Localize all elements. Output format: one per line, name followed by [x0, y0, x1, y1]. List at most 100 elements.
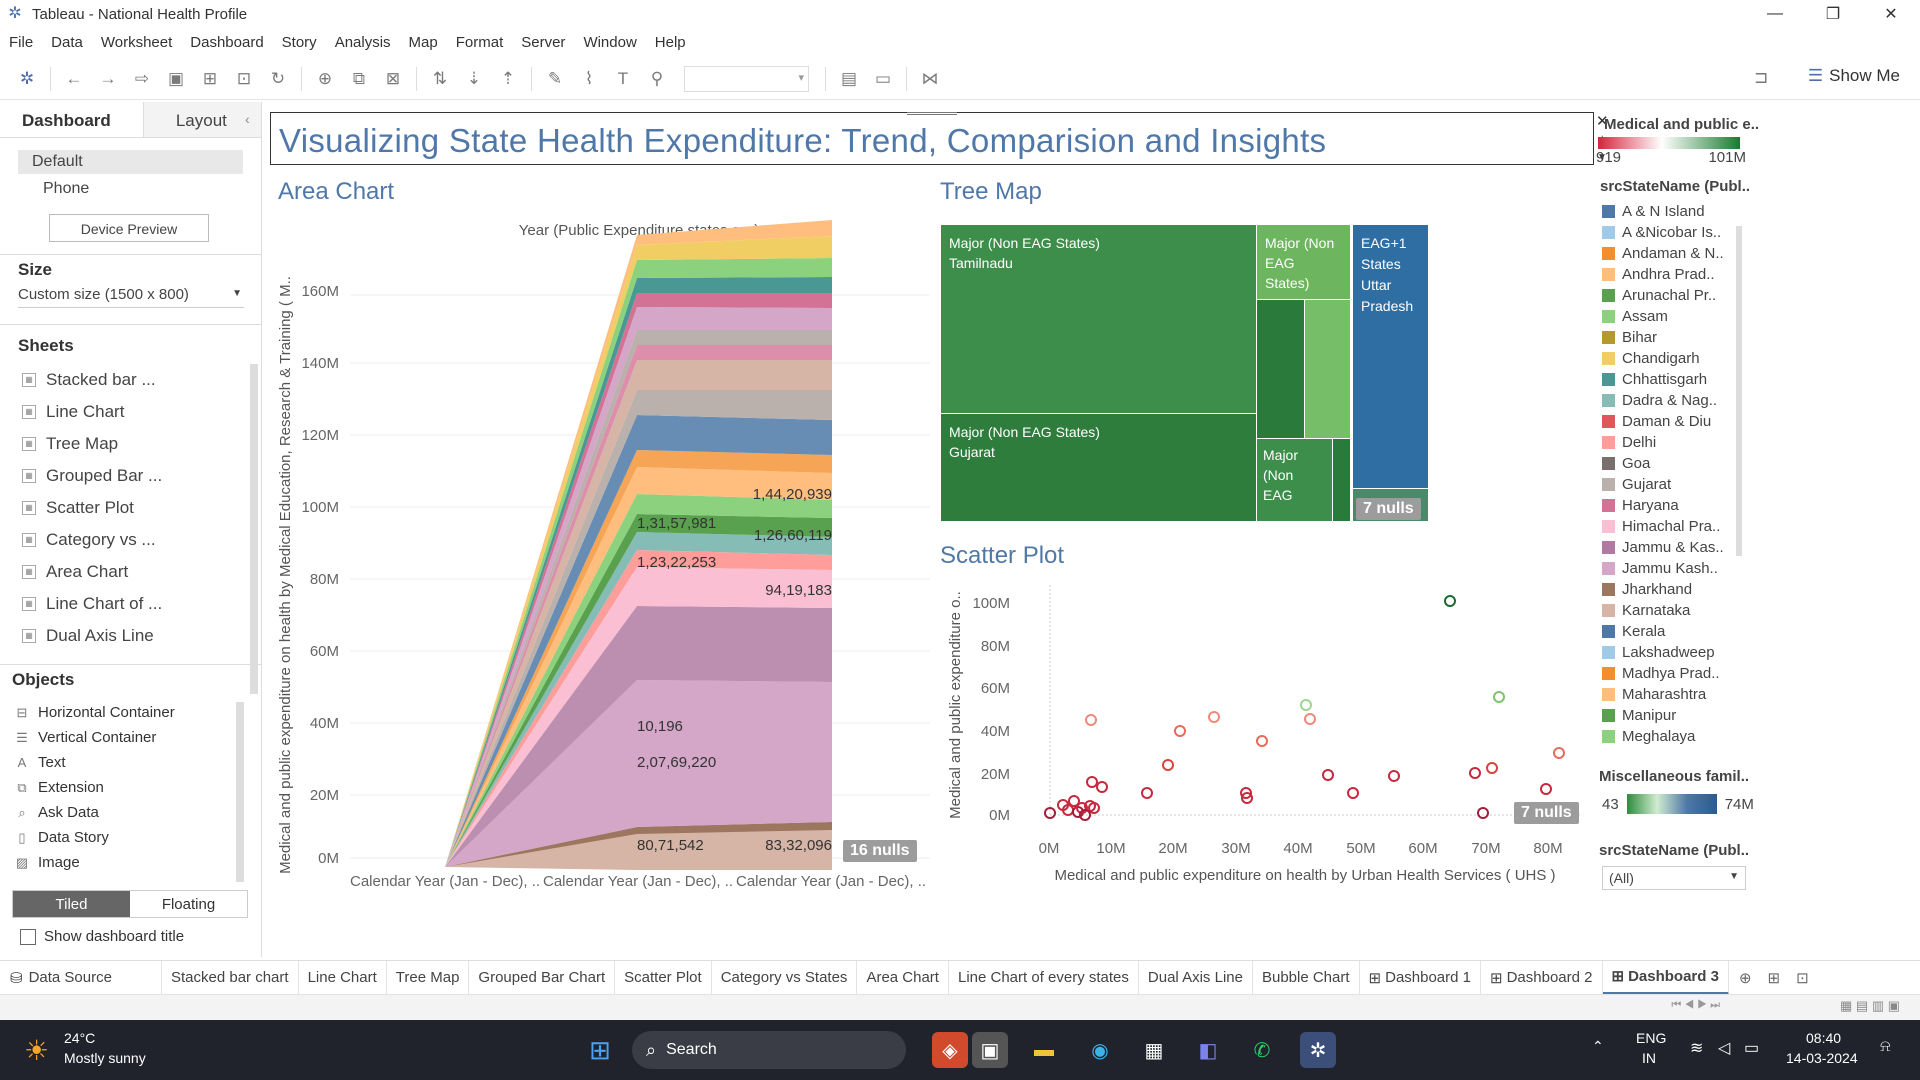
- state-legend-item[interactable]: Karnataka: [1602, 600, 1762, 621]
- sheet-item[interactable]: ▦ Scatter Plot: [0, 492, 250, 524]
- sheets-scrollbar[interactable]: [250, 364, 258, 694]
- menu-analysis[interactable]: Analysis: [326, 34, 400, 51]
- floating-button[interactable]: Floating: [130, 891, 247, 917]
- sheet-item[interactable]: ▦ Line Chart of ...: [0, 588, 250, 620]
- legend-scrollbar[interactable]: [1736, 226, 1742, 556]
- tab-data-source[interactable]: ⛁ Data Source: [0, 960, 162, 995]
- object-item[interactable]: ⧉ Extension: [0, 775, 230, 800]
- object-item[interactable]: ⌕ Ask Data: [0, 800, 230, 825]
- device-phone[interactable]: Phone: [43, 180, 89, 198]
- sheet-item[interactable]: ▦ Area Chart: [0, 556, 250, 588]
- device-preview-button[interactable]: Device Preview: [49, 214, 209, 242]
- drag-handle[interactable]: [907, 112, 957, 122]
- sheet-item[interactable]: ▦ Stacked bar ...: [0, 364, 250, 396]
- tree-cell-uttar-pradesh[interactable]: EAG+1 States Uttar Pradesh: [1353, 225, 1428, 488]
- tree-map[interactable]: Major (Non EAG States) Tamilnadu Major (…: [941, 225, 1428, 521]
- sheet-item[interactable]: ▦ Category vs ...: [0, 524, 250, 556]
- state-filter-dropdown[interactable]: (All) ▼: [1602, 866, 1746, 890]
- tab-line-chart[interactable]: Line Chart: [299, 960, 387, 995]
- group-icon[interactable]: ⌇: [572, 69, 606, 89]
- state-legend-item[interactable]: Manipur: [1602, 705, 1762, 726]
- state-legend-item[interactable]: Jammu Kash..: [1602, 558, 1762, 579]
- size-dropdown[interactable]: Custom size (1500 x 800) ▼: [18, 286, 244, 308]
- redo-icon[interactable]: →: [91, 69, 125, 89]
- object-item[interactable]: ▯ Data Story: [0, 825, 230, 850]
- tableau-taskbar-icon[interactable]: ✲: [1300, 1032, 1336, 1068]
- tab-stacked-bar[interactable]: Stacked bar chart: [162, 960, 299, 995]
- region-label[interactable]: IN: [1642, 1050, 1656, 1066]
- copilot-icon[interactable]: ◈: [932, 1032, 968, 1068]
- color-gradient[interactable]: [1598, 137, 1740, 149]
- menu-map[interactable]: Map: [400, 34, 447, 51]
- duplicate-icon[interactable]: ⧉: [342, 69, 376, 89]
- object-item[interactable]: ⊟ Horizontal Container: [0, 700, 230, 725]
- state-legend-item[interactable]: Kerala: [1602, 621, 1762, 642]
- show-cards-icon[interactable]: ▤: [832, 69, 866, 89]
- tree-nulls-badge[interactable]: 7 nulls: [1356, 498, 1421, 520]
- new-dashboard-icon[interactable]: ⊞: [1768, 969, 1781, 987]
- weather-icon[interactable]: ☀: [24, 1034, 49, 1067]
- scatter-points[interactable]: [1044, 595, 1565, 821]
- fit-dropdown[interactable]: [684, 65, 809, 92]
- new-worksheet-icon[interactable]: ⊕: [308, 69, 342, 89]
- object-item[interactable]: ▨ Image: [0, 850, 230, 875]
- device-default[interactable]: Default: [18, 150, 243, 174]
- menu-file[interactable]: File: [0, 34, 42, 51]
- tree-cell[interactable]: [1305, 300, 1350, 438]
- menu-server[interactable]: Server: [512, 34, 574, 51]
- tab-dashboard-1[interactable]: ⊞ Dashboard 1: [1360, 960, 1482, 995]
- notification-bell-icon[interactable]: ⍾: [1880, 1038, 1891, 1056]
- task-view-icon[interactable]: ▣: [972, 1032, 1008, 1068]
- state-legend-item[interactable]: Jharkhand: [1602, 579, 1762, 600]
- view-mode-icons[interactable]: ▦ ▤ ▥ ▣: [1840, 998, 1900, 1014]
- save-icon[interactable]: ▣: [159, 69, 193, 89]
- sheet-item[interactable]: ▦ Line Chart: [0, 396, 250, 428]
- menu-help[interactable]: Help: [646, 34, 695, 51]
- sort-asc-icon[interactable]: ⇣: [457, 69, 491, 89]
- close-button[interactable]: ✕: [1862, 0, 1920, 28]
- show-title-checkbox[interactable]: [20, 928, 36, 945]
- new-datasource-icon[interactable]: ⊞: [193, 69, 227, 89]
- object-item[interactable]: ☰ Vertical Container: [0, 725, 230, 750]
- minimize-button[interactable]: —: [1746, 0, 1804, 28]
- tab-dashboard-2[interactable]: ⊞ Dashboard 2: [1481, 960, 1603, 995]
- tab-grouped-bar[interactable]: Grouped Bar Chart: [469, 960, 616, 995]
- sheet-item[interactable]: ▦ Grouped Bar ...: [0, 460, 250, 492]
- tableau-home-icon[interactable]: ✲: [10, 69, 44, 89]
- tab-line-chart-every[interactable]: Line Chart of every states: [949, 960, 1139, 995]
- new-story-icon[interactable]: ⊡: [1796, 969, 1809, 987]
- area-nulls-badge[interactable]: 16 nulls: [843, 840, 917, 862]
- scatter-nulls-badge[interactable]: 7 nulls: [1514, 802, 1579, 824]
- menu-dashboard[interactable]: Dashboard: [181, 34, 272, 51]
- clear-sheet-icon[interactable]: ⊠: [376, 69, 410, 89]
- pause-updates-icon[interactable]: ⊡: [227, 69, 261, 89]
- edge-icon[interactable]: ◉: [1082, 1032, 1118, 1068]
- replay-icon[interactable]: ⇨: [125, 69, 159, 89]
- show-hidden-icons[interactable]: ⌃: [1592, 1038, 1604, 1055]
- refresh-icon[interactable]: ↻: [261, 69, 295, 89]
- tree-cell-tamilnadu[interactable]: Major (Non EAG States) Tamilnadu: [941, 225, 1256, 413]
- share-icon[interactable]: ⋈: [913, 69, 947, 89]
- state-legend-item[interactable]: Lakshadweep: [1602, 642, 1762, 663]
- menu-story[interactable]: Story: [273, 34, 326, 51]
- collapse-pane-icon[interactable]: ‹: [245, 111, 250, 127]
- state-legend-item[interactable]: Maharashtra: [1602, 684, 1762, 705]
- tab-scatter-plot[interactable]: Scatter Plot: [615, 960, 712, 995]
- whatsapp-icon[interactable]: ✆: [1244, 1032, 1280, 1068]
- pin-icon[interactable]: ⚲: [640, 69, 674, 89]
- clock-time[interactable]: 08:40: [1806, 1030, 1841, 1046]
- swap-icon[interactable]: ⇅: [423, 69, 457, 89]
- pin-toolbar-icon[interactable]: ⊐: [1754, 68, 1768, 88]
- menu-format[interactable]: Format: [447, 34, 513, 51]
- tab-dashboard-3[interactable]: ⊞ Dashboard 3: [1602, 960, 1729, 995]
- objects-scrollbar[interactable]: [236, 702, 244, 882]
- state-legend-item[interactable]: A & N Island: [1602, 201, 1762, 222]
- area-chart[interactable]: Year (Public Expenditure states.csv) Med…: [270, 210, 930, 900]
- tree-cell-major[interactable]: Major (Non EAG States): [1257, 225, 1350, 299]
- clock-date[interactable]: 14-03-2024: [1786, 1050, 1858, 1066]
- tab-bubble-chart[interactable]: Bubble Chart: [1253, 960, 1360, 995]
- tree-cell-major-small[interactable]: Major (Non EAG: [1257, 439, 1332, 521]
- object-item[interactable]: A Text: [0, 750, 230, 775]
- show-me-button[interactable]: ☰ Show Me: [1808, 66, 1900, 86]
- sheet-nav-icons[interactable]: ⏮ ◀ ▶ ⏭: [1671, 999, 1720, 1012]
